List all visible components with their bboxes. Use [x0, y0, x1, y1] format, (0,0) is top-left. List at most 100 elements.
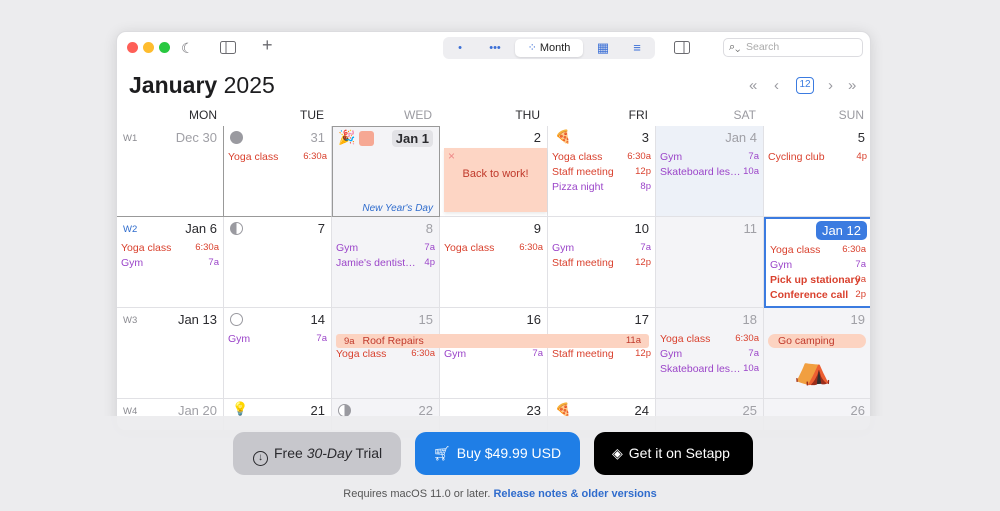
dow-sun: SUN [838, 108, 864, 122]
month-grid: W1 Dec 30 31 Yoga class 6:30a 🎉 Jan 1 New… [117, 126, 870, 430]
next-year-button[interactable]: » [848, 77, 856, 94]
event-time: 6:30a [195, 242, 219, 253]
day-cell[interactable]: 9 Yoga class 6:30a [440, 217, 548, 308]
sidebar-toggle-icon[interactable] [220, 39, 236, 59]
close-button[interactable] [127, 42, 138, 53]
close-icon[interactable]: × [448, 149, 455, 163]
event[interactable]: Jamie's dentist… 4p [336, 256, 435, 270]
event[interactable]: Gym 7a [444, 347, 543, 361]
event[interactable]: Yoga class 6:30a [660, 332, 759, 346]
dow-sat: SAT [733, 108, 756, 122]
event[interactable]: Pick up stationary 9a [770, 273, 866, 287]
day-cell[interactable]: Jan 4 Gym 7a Skateboard les… 10a [656, 126, 764, 217]
zoom-button[interactable] [159, 42, 170, 53]
release-notes-link[interactable]: Release notes & older versions [493, 488, 656, 500]
today-button[interactable]: 12 [796, 77, 814, 94]
week-label: W1 [123, 133, 138, 144]
day-cell[interactable]: 16 Gym 7a [440, 308, 548, 399]
minimize-button[interactable] [143, 42, 154, 53]
day-cell-today[interactable]: Jan 12 Yoga class 6:30a Gym 7a Pick up sta… [764, 217, 870, 308]
event-title: Conference call [770, 289, 849, 301]
list-view-button[interactable]: ≡ [623, 39, 651, 57]
free-trial-button[interactable]: ↓ Free 30-Day Trial [233, 432, 401, 475]
sticky-note-icon [359, 131, 374, 146]
event[interactable]: Staff meeting 12p [552, 256, 651, 270]
event-time: 4p [856, 151, 867, 162]
day-cell[interactable]: 10 Gym 7a Staff meeting 12p [548, 217, 656, 308]
day-cell[interactable]: W2 Jan 6 Yoga class 6:30a Gym 7a [117, 217, 224, 308]
day-cell[interactable]: 8 Gym 7a Jamie's dentist… 4p [332, 217, 440, 308]
event[interactable]: Gym 7a [660, 347, 759, 361]
setapp-button[interactable]: ◈ Get it on Setapp [594, 432, 753, 475]
event[interactable]: Yoga class 6:30a [444, 241, 543, 255]
event[interactable]: Yoga class 6:30a [770, 243, 866, 257]
day-number: 10 [634, 221, 649, 236]
day-view-button[interactable]: • [445, 39, 475, 57]
search-field[interactable]: ⌕⌄ Search [723, 38, 863, 57]
event-title: Pizza night [552, 181, 604, 193]
requirements-text: Requires macOS 11.0 or later. [343, 488, 494, 500]
buy-button[interactable]: 🛒︎ Buy $49.99 USD [415, 432, 580, 475]
event[interactable]: Pizza night 8p [552, 180, 651, 194]
event-time: 2p [855, 289, 866, 300]
week-view-button[interactable]: ••• [479, 39, 511, 57]
event-time: 10a [743, 166, 759, 177]
prev-month-button[interactable]: ‹ [774, 77, 779, 94]
day-cell[interactable]: 18 Yoga class 6:30a Gym 7a Skateboard les…… [656, 308, 764, 399]
event[interactable]: Conference call 2p [770, 288, 866, 302]
setapp-icon: ◈ [612, 445, 623, 461]
day-number: 19 [850, 312, 865, 327]
event[interactable]: Gym 7a [121, 256, 219, 270]
full-moon-icon [230, 313, 243, 326]
event-title: Roof Repairs [362, 335, 424, 347]
prev-year-button[interactable]: « [749, 77, 757, 94]
event-bar[interactable]: 9a Roof Repairs 11a [336, 334, 649, 348]
sticky-note[interactable]: × Back to work! [444, 148, 547, 212]
moon-icon[interactable]: ☾ [181, 38, 194, 58]
new-moon-icon [230, 131, 243, 144]
event-title: Staff meeting [552, 166, 614, 178]
day-cell[interactable]: 11 [656, 217, 764, 308]
week-label: W3 [123, 315, 138, 326]
event[interactable]: Gym 7a [770, 258, 866, 272]
day-cell[interactable]: 2 × Back to work! [440, 126, 548, 217]
event[interactable]: Yoga class 6:30a [552, 150, 651, 164]
day-cell[interactable]: 5 Cycling club 4p [764, 126, 870, 217]
event-time: 7a [532, 348, 543, 359]
dow-thu: THU [515, 108, 540, 122]
day-cell[interactable]: 7 [224, 217, 332, 308]
month-view-button[interactable]: ⁘ Month [515, 39, 583, 57]
today-badge: Jan 12 [815, 221, 867, 240]
event[interactable]: Staff meeting 12p [552, 347, 651, 361]
day-number: 17 [634, 312, 649, 327]
event-time: 6:30a [519, 242, 543, 253]
event[interactable]: Staff meeting 12p [552, 165, 651, 179]
year-view-button[interactable]: ▦ [589, 39, 617, 57]
day-cell[interactable]: 17 Staff meeting 12p [548, 308, 656, 399]
month-title: January [129, 72, 218, 98]
event[interactable]: Yoga class 6:30a [121, 241, 219, 255]
day-cell[interactable]: 19 Go camping ⛺ [764, 308, 870, 399]
event[interactable]: Skateboard les… 10a [660, 165, 759, 179]
event[interactable]: Skateboard les… 10a [660, 362, 759, 376]
event-title: Jamie's dentist… [336, 257, 416, 269]
day-cell[interactable]: W1 Dec 30 [117, 126, 224, 217]
event[interactable]: Cycling club 4p [768, 150, 867, 164]
inspector-toggle-icon[interactable] [674, 39, 690, 59]
event-bar[interactable]: Go camping [768, 334, 866, 348]
event[interactable]: Gym 7a [336, 241, 435, 255]
event[interactable]: Yoga class 6:30a [336, 347, 435, 361]
next-month-button[interactable]: › [828, 77, 833, 94]
day-cell[interactable]: 15 Yoga class 6:30a [332, 308, 440, 399]
day-cell[interactable]: 🎉 Jan 1 New Year's Day [332, 126, 440, 217]
day-cell[interactable]: 31 Yoga class 6:30a [224, 126, 332, 217]
add-icon[interactable]: + [262, 35, 273, 55]
day-cell[interactable]: 14 Gym 7a [224, 308, 332, 399]
event[interactable]: Gym 7a [660, 150, 759, 164]
event[interactable]: Gym 7a [228, 332, 327, 346]
event[interactable]: Yoga class 6:30a [228, 150, 327, 164]
event[interactable]: Gym 7a [552, 241, 651, 255]
event-title: Staff meeting [552, 348, 614, 360]
day-cell[interactable]: W3 Jan 13 [117, 308, 224, 399]
day-cell[interactable]: 🍕 3 Yoga class 6:30a Staff meeting 12p Piz… [548, 126, 656, 217]
